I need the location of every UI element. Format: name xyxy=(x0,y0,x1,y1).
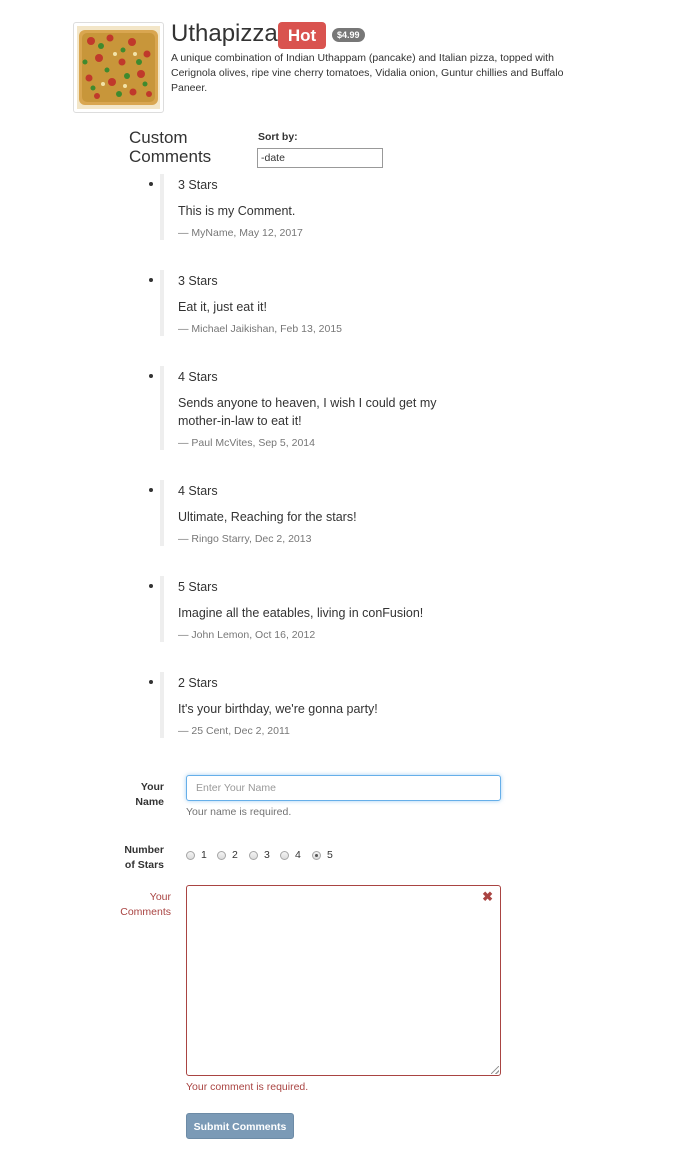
bullet xyxy=(149,488,153,492)
hot-label: Hot xyxy=(278,22,326,49)
star-option-label: 3 xyxy=(264,849,270,861)
comment-item: 3 Stars Eat it, just eat it! — Michael J… xyxy=(149,270,480,336)
sort-input[interactable] xyxy=(257,148,383,168)
comment-text: Eat it, just eat it! xyxy=(178,300,267,314)
bullet xyxy=(149,374,153,378)
star-option-4[interactable]: 4 xyxy=(280,849,301,861)
bullet xyxy=(149,680,153,684)
name-input[interactable] xyxy=(186,775,501,801)
comments-label-line2: Comments xyxy=(120,906,171,918)
name-help-text: Your name is required. xyxy=(186,806,292,818)
comment-item: 4 Stars Ultimate, Reaching for the stars… xyxy=(149,480,480,546)
star-option-label: 5 xyxy=(327,849,333,861)
radio-button[interactable] xyxy=(217,850,226,860)
comment-text: Sends anyone to heaven, I wish I could g… xyxy=(178,396,437,428)
radio-button[interactable] xyxy=(186,850,195,860)
dish-thumbnail xyxy=(73,22,164,113)
resize-handle[interactable] xyxy=(491,1066,499,1074)
comments-help-text: Your comment is required. xyxy=(186,1081,309,1093)
comment-author-date: — John Lemon, Oct 16, 2012 xyxy=(178,629,316,641)
comments-title-line1: Custom xyxy=(129,128,188,147)
comments-textarea[interactable]: ✖ xyxy=(186,885,501,1076)
bullet xyxy=(149,584,153,588)
comment-item: 4 Stars Sends anyone to heaven, I wish I… xyxy=(149,366,480,450)
star-option-3[interactable]: 3 xyxy=(249,849,270,861)
star-option-label: 1 xyxy=(201,849,207,861)
comment-rating: 3 Stars xyxy=(178,274,218,288)
name-label: Your Name xyxy=(104,780,164,810)
radio-button-selected[interactable] xyxy=(312,850,321,860)
star-option-2[interactable]: 2 xyxy=(217,849,238,861)
comment-author-date: — 25 Cent, Dec 2, 2011 xyxy=(178,725,290,737)
comment-rating: 5 Stars xyxy=(178,580,218,594)
comments-label-line1: Your xyxy=(149,891,171,903)
star-option-5[interactable]: 5 xyxy=(312,849,333,861)
comment-author-date: — Michael Jaikishan, Feb 13, 2015 xyxy=(178,323,343,335)
dish-description: A unique combination of Indian Uthappam … xyxy=(171,52,564,94)
name-label-line2: Name xyxy=(135,796,164,808)
comment-text: Imagine all the eatables, living in conF… xyxy=(178,606,424,620)
bullet xyxy=(149,278,153,282)
comment-rating: 4 Stars xyxy=(178,370,218,384)
comments-title: Custom Comments xyxy=(129,128,211,166)
comment-text: It's your birthday, we're gonna party! xyxy=(178,702,378,716)
name-label-line1: Your xyxy=(140,781,164,793)
comment-text: This is my Comment. xyxy=(178,204,296,218)
radio-button[interactable] xyxy=(280,850,289,860)
star-option-label: 4 xyxy=(295,849,301,861)
dish-name: Uthapizza xyxy=(171,20,278,47)
comment-item: 3 Stars This is my Comment. — MyName, Ma… xyxy=(149,174,480,240)
comment-author-date: — Ringo Starry, Dec 2, 2013 xyxy=(178,533,312,545)
comment-rating: 3 Stars xyxy=(178,178,218,192)
bullet xyxy=(149,182,153,186)
comment-author-date: — Paul McVites, Sep 5, 2014 xyxy=(178,437,315,449)
stars-label-line1: Number xyxy=(124,844,164,856)
comment-author-date: — MyName, May 12, 2017 xyxy=(178,227,303,239)
star-option-label: 2 xyxy=(232,849,238,861)
stars-label-line2: of Stars xyxy=(124,859,164,871)
price-badge: $4.99 xyxy=(332,28,365,42)
stars-label: Number of Stars xyxy=(104,843,164,873)
sort-label: Sort by: xyxy=(258,131,298,143)
comment-item: 2 Stars It's your birthday, we're gonna … xyxy=(149,672,480,738)
close-icon: ✖ xyxy=(482,889,493,904)
submit-comments-button[interactable]: Submit Comments xyxy=(186,1113,294,1139)
star-option-1[interactable]: 1 xyxy=(186,849,207,861)
comment-text: Ultimate, Reaching for the stars! xyxy=(178,510,357,524)
comments-title-line2: Comments xyxy=(129,147,212,166)
comment-rating: 2 Stars xyxy=(178,676,218,690)
comment-item: 5 Stars Imagine all the eatables, living… xyxy=(149,576,480,642)
comment-rating: 4 Stars xyxy=(178,484,218,498)
comments-label: Your Comments xyxy=(111,890,171,920)
radio-button[interactable] xyxy=(249,850,258,860)
pizza-image xyxy=(77,26,160,109)
